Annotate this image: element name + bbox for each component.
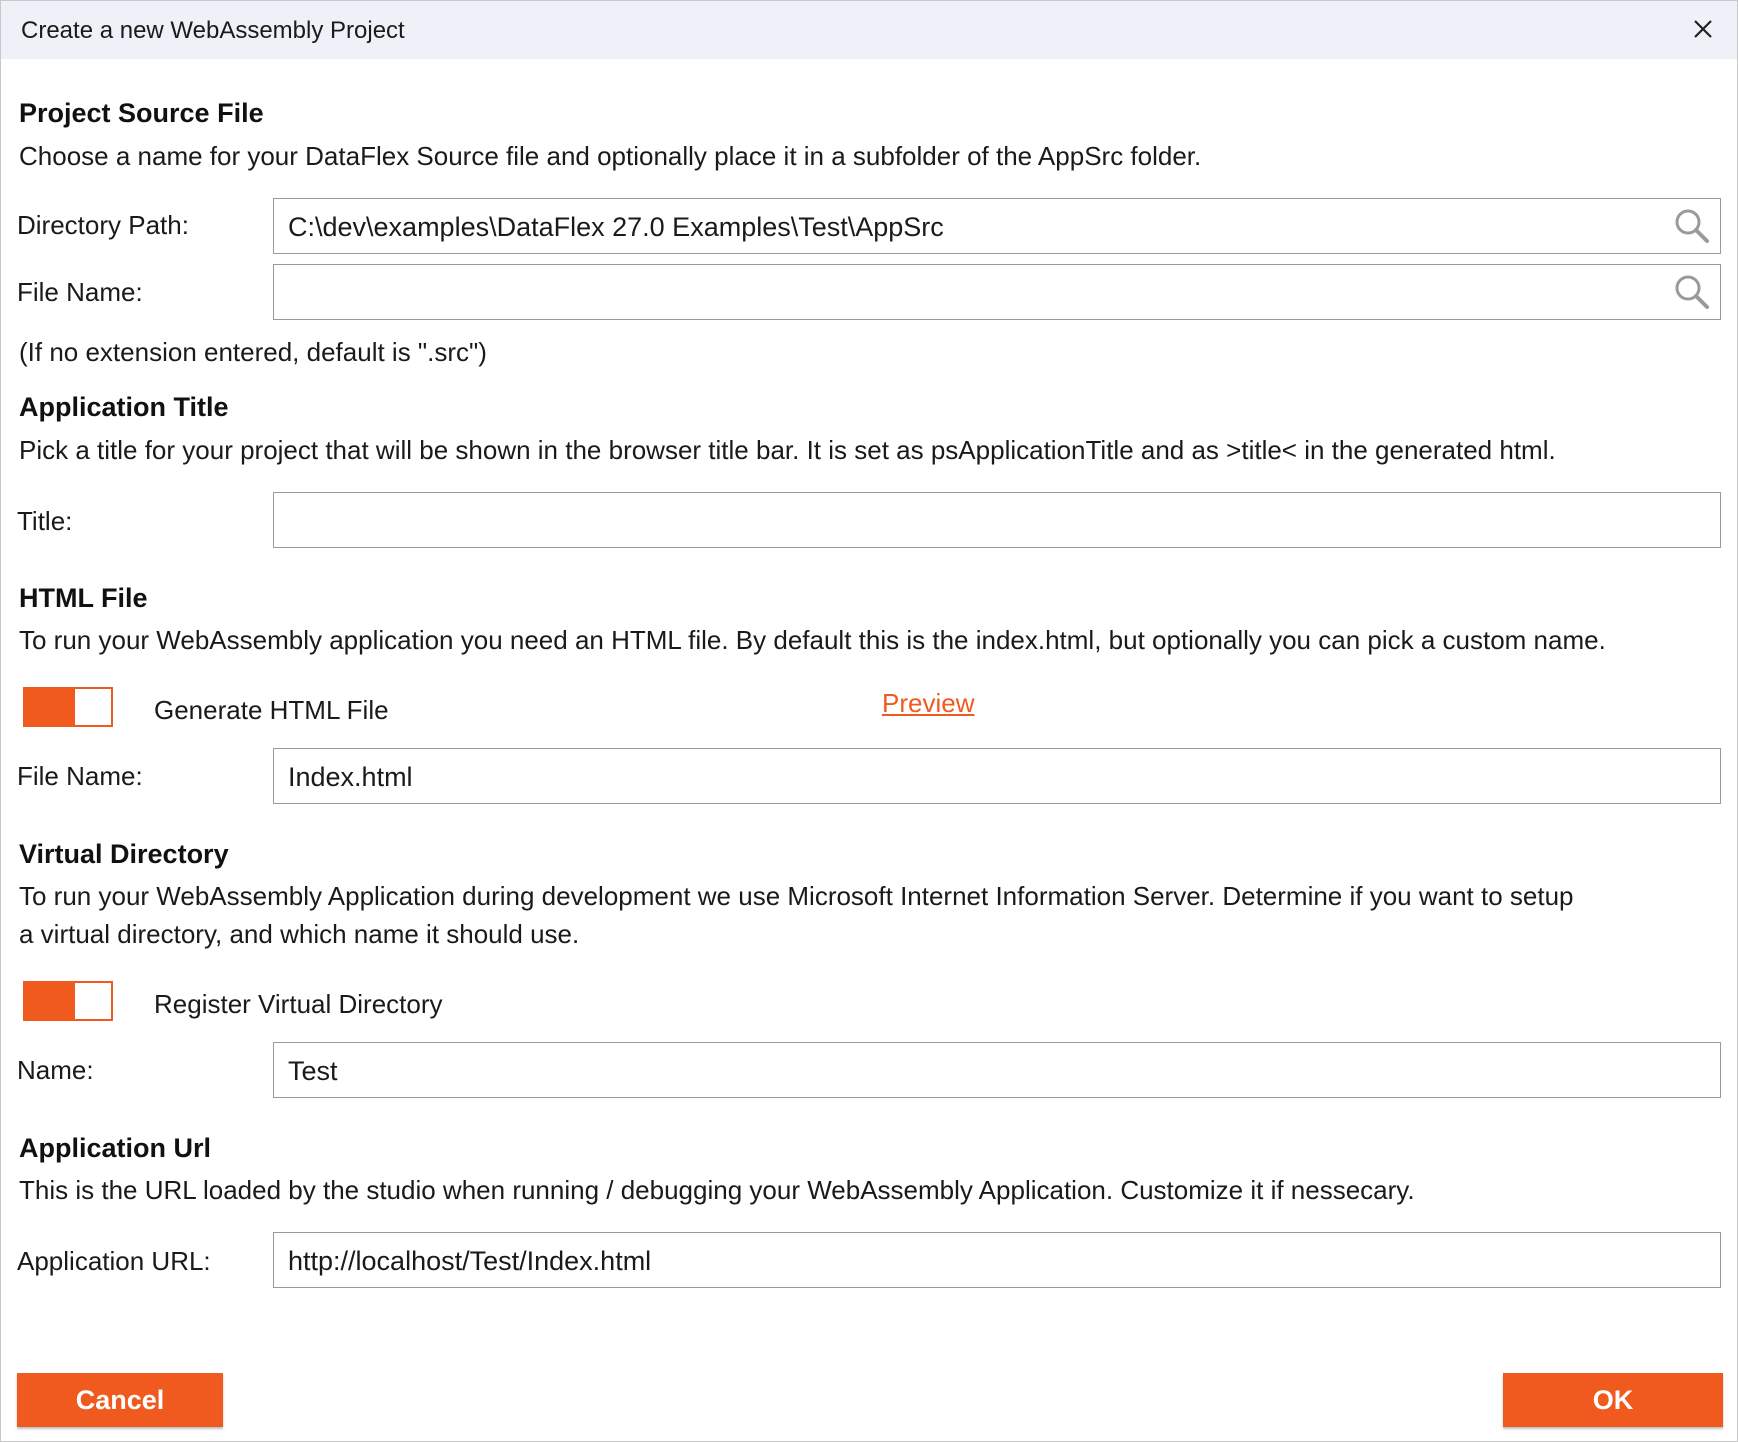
virtual-directory-heading: Virtual Directory (19, 839, 229, 869)
html-file-name-field[interactable]: Index.html (273, 748, 1721, 804)
register-virtual-directory-toggle[interactable] (23, 981, 113, 1021)
directory-path-value: C:\dev\examples\DataFlex 27.0 Examples\T… (288, 212, 944, 242)
project-source-heading: Project Source File (19, 98, 264, 128)
virtual-directory-name-field[interactable]: Test (273, 1042, 1721, 1098)
toggle-fill (25, 983, 75, 1019)
directory-path-field[interactable]: C:\dev\examples\DataFlex 27.0 Examples\T… (273, 198, 1721, 254)
html-file-description: To run your WebAssembly application you … (19, 625, 1606, 655)
virtual-directory-description-line2: a virtual directory, and which name it s… (19, 919, 580, 949)
html-file-name-value: Index.html (288, 762, 413, 792)
search-icon[interactable] (1672, 272, 1712, 312)
dialog-window: Create a new WebAssembly Project Project… (0, 0, 1738, 1442)
source-file-name-field[interactable] (273, 264, 1721, 320)
source-file-name-label: File Name: (17, 277, 143, 307)
project-source-description: Choose a name for your DataFlex Source f… (19, 141, 1202, 171)
title-field[interactable] (273, 492, 1721, 548)
title-label: Title: (17, 506, 73, 536)
virtual-directory-description-line1: To run your WebAssembly Application duri… (19, 881, 1574, 911)
application-url-heading: Application Url (19, 1133, 212, 1163)
generate-html-toggle[interactable] (23, 687, 113, 727)
html-file-name-label: File Name: (17, 761, 143, 791)
register-virtual-directory-label: Register Virtual Directory (154, 989, 443, 1019)
application-url-value: http://localhost/Test/Index.html (288, 1246, 652, 1276)
application-title-heading: Application Title (19, 392, 229, 422)
directory-path-label: Directory Path: (17, 210, 189, 240)
toggle-fill (25, 689, 75, 725)
search-icon[interactable] (1672, 206, 1712, 246)
application-url-label: Application URL: (17, 1246, 211, 1276)
ok-button[interactable]: OK (1503, 1373, 1723, 1427)
generate-html-label: Generate HTML File (154, 695, 389, 725)
application-url-field[interactable]: http://localhost/Test/Index.html (273, 1232, 1721, 1288)
dialog-title: Create a new WebAssembly Project (21, 17, 405, 44)
title-bar: Create a new WebAssembly Project (1, 1, 1737, 59)
html-file-heading: HTML File (19, 583, 148, 613)
virtual-directory-name-label: Name: (17, 1055, 94, 1085)
preview-link[interactable]: Preview (882, 688, 974, 719)
extension-hint: (If no extension entered, default is ".s… (19, 337, 487, 367)
application-title-description: Pick a title for your project that will … (19, 435, 1556, 465)
virtual-directory-name-value: Test (288, 1056, 338, 1086)
cancel-button[interactable]: Cancel (17, 1373, 223, 1427)
application-url-description: This is the URL loaded by the studio whe… (19, 1175, 1415, 1205)
close-icon[interactable] (1683, 9, 1723, 49)
